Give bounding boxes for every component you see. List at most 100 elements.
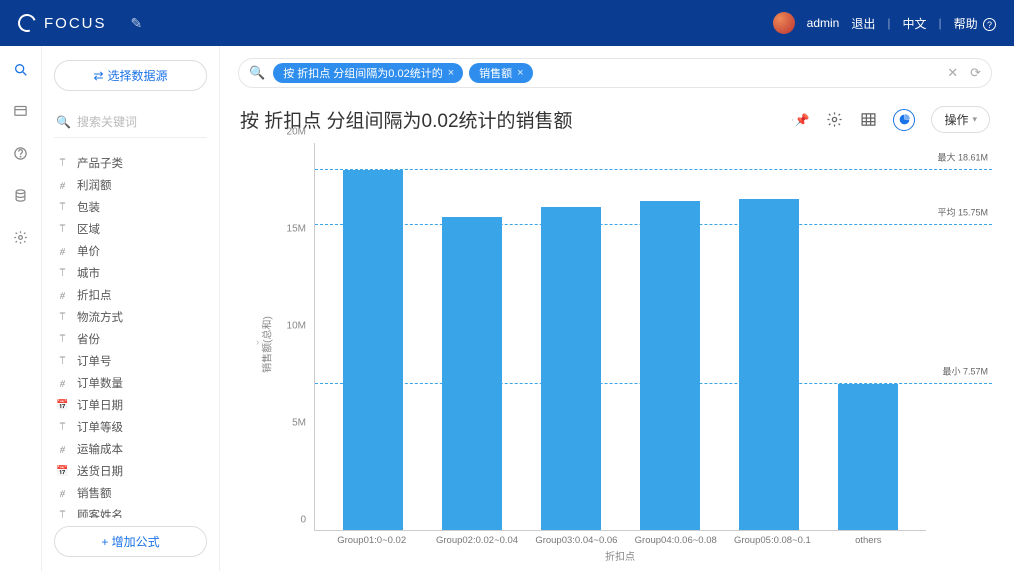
brand-text: FOCUS <box>44 15 107 32</box>
field-item[interactable]: ⟙ 包装 <box>54 196 207 218</box>
swap-icon: ⇄ <box>93 69 103 83</box>
field-label: 销售额 <box>77 485 112 501</box>
field-type-icon: ⟙ <box>56 202 69 213</box>
x-tick: others <box>833 535 903 546</box>
data-nav-icon[interactable] <box>13 188 29 204</box>
divider: | <box>939 16 942 30</box>
chip-remove-icon[interactable]: × <box>448 67 454 79</box>
field-label: 订单日期 <box>77 397 123 413</box>
x-tick: Group04:0.06~0.08 <box>635 535 705 546</box>
field-item[interactable]: ⟙物流方式 <box>54 306 207 328</box>
chevron-down-icon: ▾ <box>972 114 977 125</box>
search-icon: 🔍 <box>249 65 265 81</box>
field-label: 包装 <box>77 199 100 215</box>
field-list: ⟙产品子类⧣利润额⟙包装⟙区域⧣单价⟙城市⧣折扣点⟙物流方式⟙省份⟙订单号⧣订单… <box>54 152 207 518</box>
board-nav-icon[interactable] <box>13 104 29 120</box>
y-tick: 5M <box>292 418 306 429</box>
pin-icon[interactable]: 📌 <box>791 111 809 129</box>
field-type-icon: ⟙ <box>56 268 69 279</box>
field-label: 送货日期 <box>77 463 123 479</box>
bars-container <box>315 143 926 530</box>
query-chip[interactable]: 销售额× <box>469 63 532 83</box>
field-item[interactable]: ⟙ 城市 <box>54 262 207 284</box>
bar[interactable] <box>739 199 799 530</box>
field-label: 运输成本 <box>77 441 123 457</box>
field-label: 城市 <box>77 265 100 281</box>
field-search-input[interactable] <box>77 115 205 129</box>
field-item[interactable]: ⟙区域 <box>54 218 207 240</box>
reference-line <box>315 224 992 225</box>
field-item[interactable]: ⧣利润额 <box>54 174 207 196</box>
username: admin <box>807 16 840 30</box>
bar[interactable] <box>442 217 502 530</box>
query-chip[interactable]: 按 折扣点 分组间隔为0.02统计的× <box>273 63 463 83</box>
operations-button[interactable]: 操作 ▾ <box>931 106 990 133</box>
field-type-icon: ⟙ <box>56 158 69 169</box>
field-item[interactable]: ⧣订单数量 <box>54 372 207 394</box>
field-type-icon: ⟙ <box>56 334 69 345</box>
brand-logo: FOCUS <box>18 14 107 32</box>
clear-query-icon[interactable]: ✕ <box>947 65 958 81</box>
y-tick: 10M <box>287 321 306 332</box>
logout-link[interactable]: 退出 <box>851 15 875 32</box>
nav-iconbar <box>0 46 42 571</box>
field-type-icon: ⧣ <box>56 488 69 499</box>
lang-link[interactable]: 中文 <box>903 15 927 32</box>
field-item[interactable]: 📅 订单日期 <box>54 394 207 416</box>
table-view-icon[interactable] <box>859 111 877 129</box>
field-item[interactable]: ⟙产品子类 <box>54 152 207 174</box>
field-type-icon: ⟙ <box>56 510 69 519</box>
help-icon: ? <box>983 18 996 31</box>
field-type-icon: ⟙ <box>56 224 69 235</box>
field-type-icon: 📅 <box>56 466 69 477</box>
divider: | <box>887 16 890 30</box>
field-item[interactable]: ⧣ 销售额 <box>54 482 207 504</box>
chip-remove-icon[interactable]: × <box>517 67 523 79</box>
bar[interactable] <box>640 201 700 530</box>
search-nav-icon[interactable] <box>13 62 29 78</box>
chart-area: › 销售额(总和) 05M10M15M20M 最大 18.61M平均 15.75… <box>238 143 992 565</box>
settings-nav-icon[interactable] <box>13 230 29 246</box>
gear-icon[interactable] <box>825 111 843 129</box>
reference-line <box>315 383 992 384</box>
y-axis-label: 销售额(总和) <box>259 316 274 373</box>
header-right: admin 退出 | 中文 | 帮助 ? <box>773 12 996 34</box>
field-item[interactable]: ⧣单价 <box>54 240 207 262</box>
x-axis: Group01:0~0.02Group02:0.02~0.04Group03:0… <box>314 531 926 565</box>
app-header: FOCUS ✎ admin 退出 | 中文 | 帮助 ? <box>0 0 1014 46</box>
field-item[interactable]: ⧣运输成本 <box>54 438 207 460</box>
add-formula-button[interactable]: + 增加公式 <box>54 526 207 557</box>
select-datasource-button[interactable]: ⇄ 选择数据源 <box>54 60 207 91</box>
plot-area: 最大 18.61M平均 15.75M最小 7.57M <box>314 143 926 531</box>
field-item[interactable]: ⟙ 订单号 <box>54 350 207 372</box>
query-bar[interactable]: 🔍 按 折扣点 分组间隔为0.02统计的× 销售额× ✕ ⟳ <box>238 58 992 88</box>
help-nav-icon[interactable] <box>13 146 29 162</box>
title-row: 按 折扣点 分组间隔为0.02统计的销售额 📌 操作 ▾ <box>240 106 990 133</box>
avatar[interactable] <box>773 12 795 34</box>
bar[interactable] <box>541 207 601 530</box>
field-item[interactable]: ⟙顾客姓名 <box>54 504 207 518</box>
field-type-icon: ⟙ <box>56 356 69 367</box>
y-tick: 0 <box>300 515 306 526</box>
field-type-icon: 📅 <box>56 400 69 411</box>
reference-label: 平均 15.75M <box>937 206 988 219</box>
field-search[interactable]: 🔍 <box>54 115 207 138</box>
edit-icon[interactable]: ✎ <box>131 15 143 32</box>
field-label: 订单号 <box>77 353 112 369</box>
reference-label: 最大 18.61M <box>937 150 988 163</box>
field-type-icon: ⧣ <box>56 378 69 389</box>
chart-view-icon[interactable] <box>893 109 915 131</box>
field-item[interactable]: ⟙订单等级 <box>54 416 207 438</box>
bar[interactable] <box>838 384 898 530</box>
refresh-icon[interactable]: ⟳ <box>970 65 981 81</box>
main-panel: 🔍 按 折扣点 分组间隔为0.02统计的× 销售额× ✕ ⟳ 按 折扣点 分组间… <box>220 46 1014 571</box>
field-label: 物流方式 <box>77 309 123 325</box>
x-ticks: Group01:0~0.02Group02:0.02~0.04Group03:0… <box>314 531 926 546</box>
x-axis-label: 折扣点 <box>314 548 926 563</box>
field-item[interactable]: ⟙省份 <box>54 328 207 350</box>
field-item[interactable]: ⧣折扣点 <box>54 284 207 306</box>
field-item[interactable]: 📅 送货日期 <box>54 460 207 482</box>
help-link[interactable]: 帮助 ? <box>954 15 996 32</box>
y-axis: › 销售额(总和) 05M10M15M20M <box>272 143 312 531</box>
x-tick: Group05:0.08~0.1 <box>734 535 804 546</box>
